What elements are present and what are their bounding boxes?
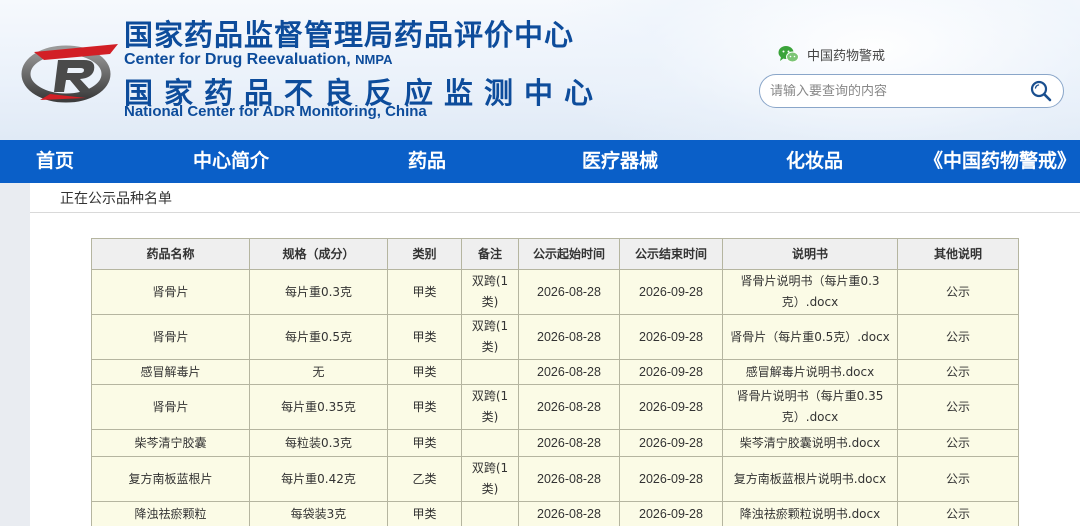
start-date-cell: 2026-08-28	[518, 269, 620, 315]
nav-item-about[interactable]: 中心简介	[193, 140, 269, 183]
spec-cell: 每袋装3克	[249, 501, 388, 526]
spec-cell: 每片重0.3克	[249, 269, 388, 315]
nav-item-medical-devices[interactable]: 医疗器械	[582, 140, 658, 183]
remark-cell	[461, 429, 519, 457]
leaflet-link[interactable]: 柴芩清宁胶囊说明书.docx	[722, 429, 898, 457]
leaflet-link[interactable]: 感冒解毒片说明书.docx	[722, 359, 898, 385]
other-note-cell: 公示	[897, 456, 1019, 502]
drug-name-cell: 肾骨片	[91, 314, 250, 360]
content-panel: 正在公示品种名单 药品名称 规格（成分） 类别 备注 公示起始时间 公示结束时间…	[30, 183, 1080, 526]
column-header-end-date: 公示结束时间	[619, 238, 723, 270]
site-title-en: Center for Drug Reevaluation, NMPA	[124, 51, 392, 69]
leaflet-link[interactable]: 肾骨片说明书（每片重0.3克）.docx	[722, 269, 898, 315]
start-date-cell: 2026-08-28	[518, 429, 620, 457]
category-cell: 甲类	[387, 384, 462, 430]
remark-cell: 双跨(1类)	[461, 314, 519, 360]
column-header-remark: 备注	[461, 238, 519, 270]
site-header: 国家药品监督管理局药品评价中心 Center for Drug Reevalua…	[0, 0, 1080, 140]
table-header-row: 药品名称 规格（成分） 类别 备注 公示起始时间 公示结束时间 说明书 其他说明	[91, 238, 1019, 270]
category-cell: 甲类	[387, 359, 462, 385]
end-date-cell: 2026-09-28	[619, 429, 723, 457]
wechat-icon	[778, 46, 799, 63]
start-date-cell: 2026-08-28	[518, 359, 620, 385]
start-date-cell: 2026-08-28	[518, 501, 620, 526]
column-header-start-date: 公示起始时间	[518, 238, 620, 270]
table-row: 柴芩清宁胶囊 每粒装0.3克 甲类 2026-08-28 2026-09-28 …	[91, 429, 1019, 457]
leaflet-link[interactable]: 肾骨片（每片重0.5克）.docx	[722, 314, 898, 360]
spec-cell: 每片重0.5克	[249, 314, 388, 360]
column-header-spec: 规格（成分）	[249, 238, 388, 270]
table-row: 肾骨片 每片重0.5克 甲类 双跨(1类) 2026-08-28 2026-09…	[91, 314, 1019, 360]
start-date-cell: 2026-08-28	[518, 314, 620, 360]
section-title: 正在公示品种名单	[60, 191, 172, 207]
leaflet-link[interactable]: 肾骨片说明书（每片重0.35克）.docx	[722, 384, 898, 430]
drug-name-cell: 感冒解毒片	[91, 359, 250, 385]
category-cell: 乙类	[387, 456, 462, 502]
other-note-cell: 公示	[897, 384, 1019, 430]
drug-name-cell: 柴芩清宁胶囊	[91, 429, 250, 457]
site-title-en-suffix: NMPA	[355, 52, 393, 67]
start-date-cell: 2026-08-28	[518, 456, 620, 502]
category-cell: 甲类	[387, 501, 462, 526]
remark-cell	[461, 501, 519, 526]
leaflet-link[interactable]: 降浊祛瘀颗粒说明书.docx	[722, 501, 898, 526]
column-header-category: 类别	[387, 238, 462, 270]
spec-cell: 每片重0.42克	[249, 456, 388, 502]
table-row: 肾骨片 每片重0.35克 甲类 双跨(1类) 2026-08-28 2026-0…	[91, 384, 1019, 430]
column-header-other: 其他说明	[897, 238, 1019, 270]
category-cell: 甲类	[387, 314, 462, 360]
remark-cell: 双跨(1类)	[461, 456, 519, 502]
search-icon[interactable]	[1029, 79, 1053, 103]
start-date-cell: 2026-08-28	[518, 384, 620, 430]
column-header-leaflet: 说明书	[722, 238, 898, 270]
nav-item-pharmacovigilance-journal[interactable]: 《中国药物警戒》	[924, 140, 1076, 183]
wechat-label: 中国药物警戒	[807, 49, 886, 64]
spec-cell: 每粒装0.3克	[249, 429, 388, 457]
end-date-cell: 2026-09-28	[619, 314, 723, 360]
other-note-cell: 公示	[897, 501, 1019, 526]
drug-name-cell: 肾骨片	[91, 269, 250, 315]
search-box	[759, 74, 1064, 108]
search-input[interactable]	[770, 83, 1029, 99]
publicity-table: 药品名称 规格（成分） 类别 备注 公示起始时间 公示结束时间 说明书 其他说明…	[91, 238, 1019, 526]
drug-name-cell: 复方南板蓝根片	[91, 456, 250, 502]
spec-cell: 每片重0.35克	[249, 384, 388, 430]
remark-cell: 双跨(1类)	[461, 384, 519, 430]
remark-cell	[461, 359, 519, 385]
end-date-cell: 2026-09-28	[619, 359, 723, 385]
end-date-cell: 2026-09-28	[619, 384, 723, 430]
site-subtitle-en: National Center for ADR Monitoring, Chin…	[124, 103, 427, 120]
end-date-cell: 2026-09-28	[619, 501, 723, 526]
other-note-cell: 公示	[897, 269, 1019, 315]
table-row: 降浊祛瘀颗粒 每袋装3克 甲类 2026-08-28 2026-09-28 降浊…	[91, 501, 1019, 526]
nav-item-drugs[interactable]: 药品	[408, 140, 446, 183]
drug-name-cell: 降浊祛瘀颗粒	[91, 501, 250, 526]
other-note-cell: 公示	[897, 429, 1019, 457]
table-row: 感冒解毒片 无 甲类 2026-08-28 2026-09-28 感冒解毒片说明…	[91, 359, 1019, 385]
column-header-drug-name: 药品名称	[91, 238, 250, 270]
spec-cell: 无	[249, 359, 388, 385]
nav-item-home[interactable]: 首页	[36, 140, 74, 183]
category-cell: 甲类	[387, 429, 462, 457]
section-divider	[30, 212, 1080, 213]
nav-item-cosmetics[interactable]: 化妆品	[786, 140, 843, 183]
remark-cell: 双跨(1类)	[461, 269, 519, 315]
wechat-link[interactable]: 中国药物警戒	[778, 45, 885, 64]
site-title-cn: 国家药品监督管理局药品评价中心	[124, 18, 575, 52]
other-note-cell: 公示	[897, 359, 1019, 385]
end-date-cell: 2026-09-28	[619, 269, 723, 315]
drug-name-cell: 肾骨片	[91, 384, 250, 430]
site-title-en-prefix: Center for Drug Reevaluation,	[124, 51, 356, 68]
site-logo[interactable]	[20, 38, 120, 104]
table-row: 复方南板蓝根片 每片重0.42克 乙类 双跨(1类) 2026-08-28 20…	[91, 456, 1019, 502]
category-cell: 甲类	[387, 269, 462, 315]
main-nav: 首页 中心简介 药品 医疗器械 化妆品 《中国药物警戒》	[0, 140, 1080, 183]
end-date-cell: 2026-09-28	[619, 456, 723, 502]
leaflet-link[interactable]: 复方南板蓝根片说明书.docx	[722, 456, 898, 502]
table-row: 肾骨片 每片重0.3克 甲类 双跨(1类) 2026-08-28 2026-09…	[91, 269, 1019, 315]
header-glow	[560, 0, 1080, 140]
other-note-cell: 公示	[897, 314, 1019, 360]
